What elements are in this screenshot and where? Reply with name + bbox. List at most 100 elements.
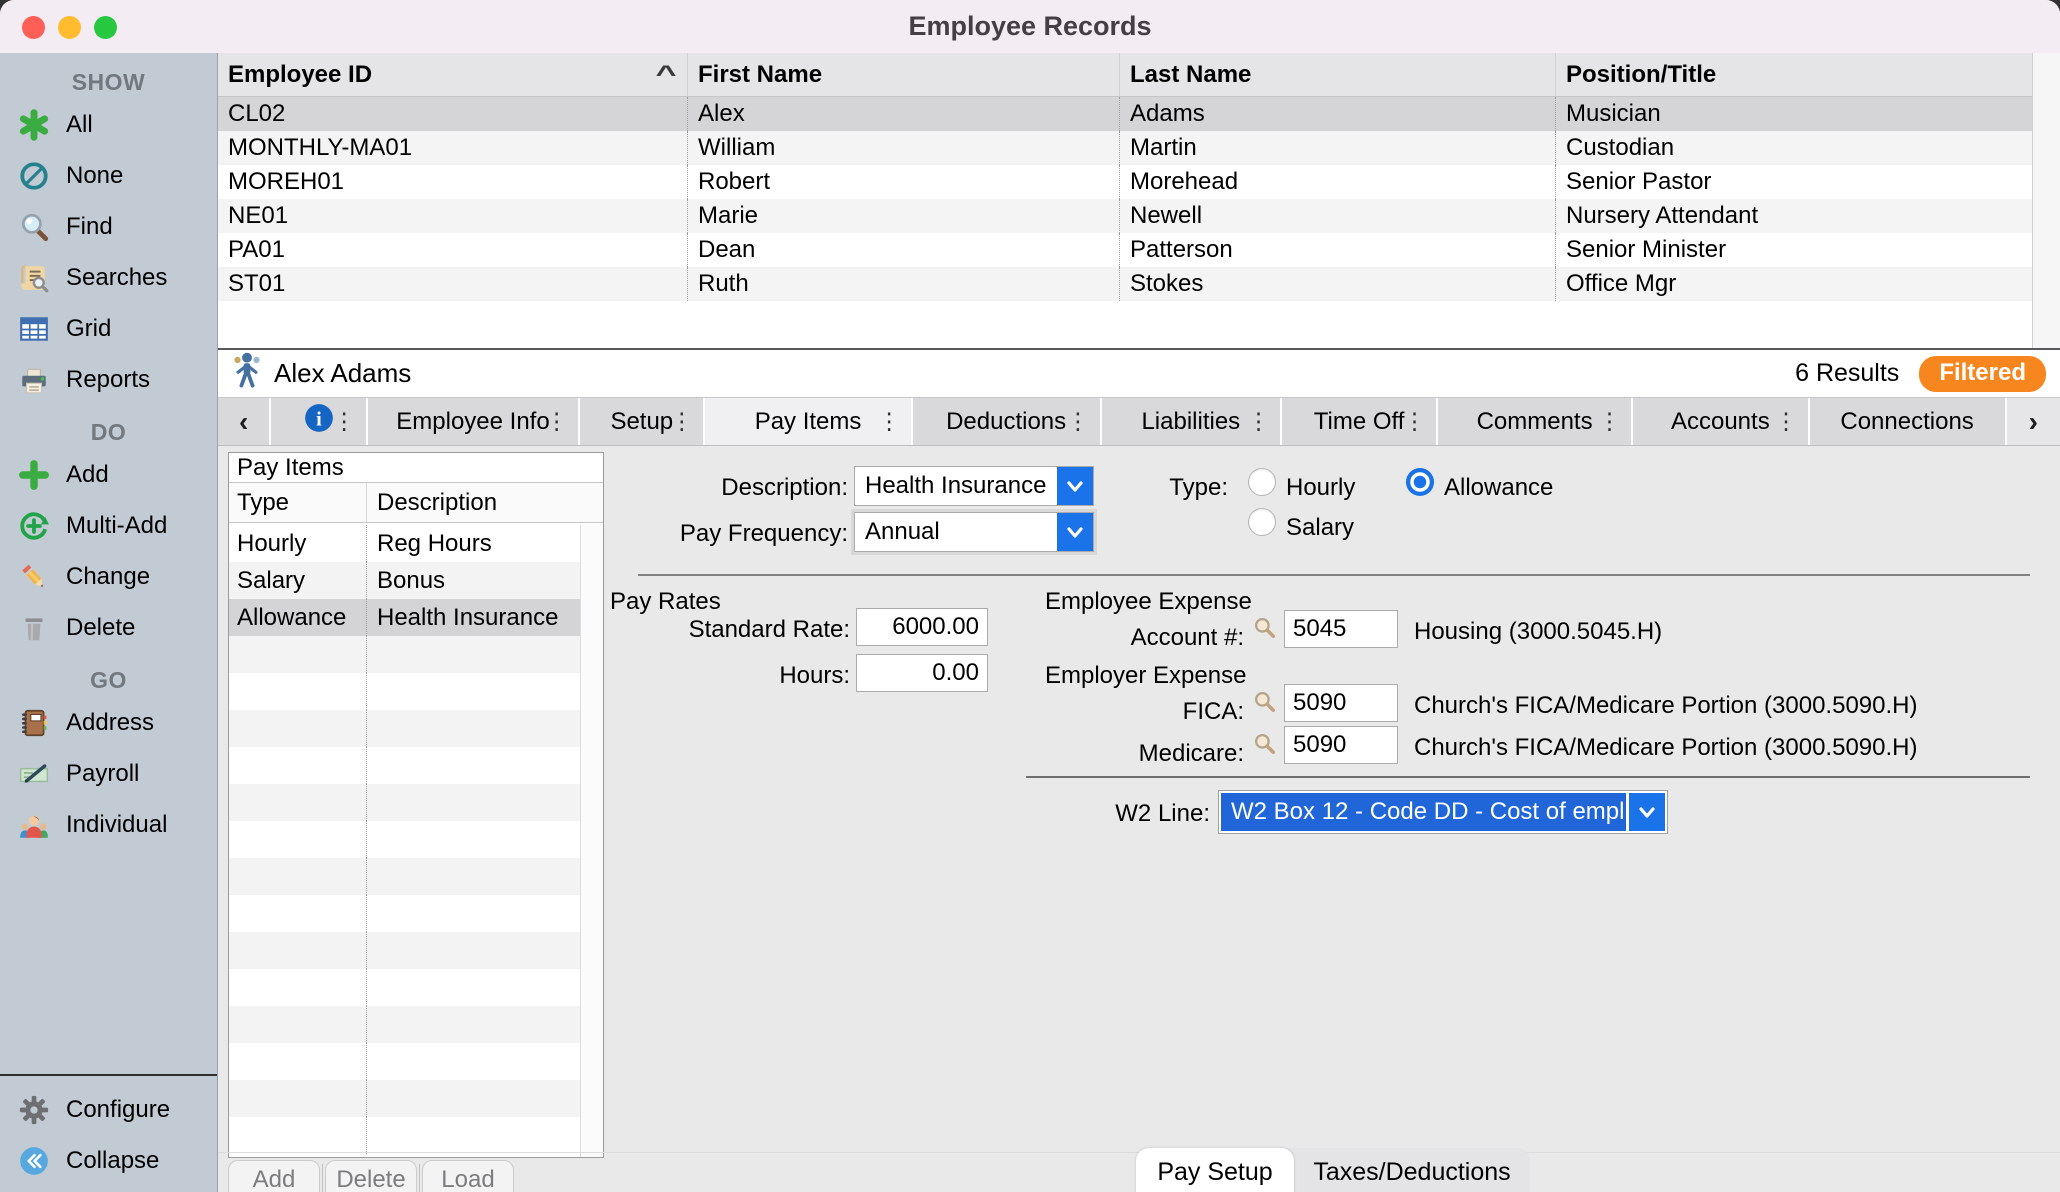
tab-time-off[interactable]: Time Off⋮: [1282, 398, 1438, 445]
payroll-check-icon: [16, 758, 52, 790]
sidebar-item-delete[interactable]: Delete: [0, 602, 217, 653]
column-header-first-name[interactable]: First Name: [688, 53, 1120, 96]
tab-connections[interactable]: Connections: [1810, 398, 2007, 445]
column-header-type[interactable]: Type: [229, 483, 367, 522]
tab-accounts[interactable]: Accounts⋮: [1633, 398, 1810, 445]
fica-account-input[interactable]: [1284, 684, 1398, 722]
tab-employee-info[interactable]: Employee Info⋮: [368, 398, 580, 445]
type-radio-salary[interactable]: [1248, 508, 1276, 536]
hours-input[interactable]: [856, 654, 988, 692]
sidebar-item-label: Reports: [66, 366, 150, 394]
title-bar: Employee Records: [0, 0, 2060, 53]
employer-expense-heading: Employer Expense: [1045, 662, 1246, 690]
sidebar-section-do: DO: [0, 415, 217, 449]
table-row[interactable]: MONTHLY-MA01WilliamMartinCustodian: [218, 131, 2032, 165]
sidebar-item-label: Multi-Add: [66, 512, 167, 540]
table-row[interactable]: PA01DeanPattersonSenior Minister: [218, 233, 2032, 267]
tab-liabilities[interactable]: Liabilities⋮: [1102, 398, 1283, 445]
column-header-employee-id[interactable]: Employee ID ^: [218, 53, 688, 96]
column-header-last-name[interactable]: Last Name: [1120, 53, 1556, 96]
window-title: Employee Records: [908, 11, 1151, 42]
minimize-window-button[interactable]: [58, 16, 81, 39]
sidebar-item-searches[interactable]: Searches: [0, 252, 217, 303]
sidebar-item-label: Grid: [66, 315, 111, 343]
list-item[interactable]: AllowanceHealth Insurance: [229, 599, 580, 636]
standard-rate-input[interactable]: [856, 608, 988, 646]
pay-items-panel-title: Pay Items: [229, 453, 603, 483]
sidebar-item-none[interactable]: None: [0, 150, 217, 201]
pay-frequency-dropdown[interactable]: Annual: [854, 512, 1094, 552]
tab-info[interactable]: i ⋮: [271, 398, 367, 445]
record-name: Alex Adams: [274, 358, 411, 389]
description-dropdown[interactable]: Health Insurance: [854, 466, 1094, 506]
column-header-description[interactable]: Description: [367, 489, 497, 517]
tab-deductions[interactable]: Deductions⋮: [913, 398, 1102, 445]
type-radio-hourly[interactable]: [1248, 468, 1276, 496]
column-header-position-title[interactable]: Position/Title: [1556, 53, 2032, 96]
w2-line-dropdown[interactable]: W2 Box 12 - Code DD - Cost of empl...: [1218, 790, 1668, 834]
employee-figure-icon: [230, 351, 264, 396]
w2-line-label: W2 Line:: [1018, 800, 1210, 828]
pay-items-buttons: Add Delete Load: [228, 1160, 514, 1192]
fica-lookup-icon[interactable]: [1252, 690, 1279, 724]
sidebar-item-payroll[interactable]: Payroll: [0, 748, 217, 799]
none-icon: [16, 160, 52, 192]
list-item[interactable]: SalaryBonus: [229, 562, 580, 599]
sidebar-item-individual[interactable]: Individual: [0, 799, 217, 850]
tab-taxes-deductions[interactable]: Taxes/Deductions: [1294, 1148, 1530, 1192]
type-option-salary-label: Salary: [1286, 514, 1354, 542]
app-window: Employee Records SHOW All None Find: [0, 0, 2060, 1192]
sidebar-item-label: Address: [66, 709, 154, 737]
sidebar-item-grid[interactable]: Grid: [0, 303, 217, 354]
table-row[interactable]: CL02AlexAdamsMusician: [218, 97, 2032, 131]
sidebar-item-label: Collapse: [66, 1147, 159, 1175]
medicare-lookup-icon[interactable]: [1252, 732, 1279, 766]
bottom-tab-control: Pay Setup Taxes/Deductions: [1136, 1148, 1530, 1192]
list-item[interactable]: HourlyReg Hours: [229, 525, 580, 562]
sidebar-item-collapse[interactable]: Collapse: [0, 1135, 217, 1186]
hours-label: Hours:: [598, 662, 850, 690]
close-window-button[interactable]: [22, 16, 45, 39]
type-option-allowance-label: Allowance: [1444, 474, 1553, 502]
chevron-down-icon: [1057, 513, 1093, 551]
sidebar-item-address[interactable]: Address: [0, 697, 217, 748]
type-option-hourly-label: Hourly: [1286, 474, 1355, 502]
load-pay-item-button[interactable]: Load: [422, 1160, 514, 1192]
medicare-label: Medicare:: [1038, 740, 1244, 768]
tab-overflow-dots[interactable]: ⋮: [333, 408, 356, 435]
account-number-input[interactable]: [1284, 610, 1398, 648]
asterisk-icon: [16, 109, 52, 141]
pay-items-panel: Pay Items Type Description HourlyReg Hou…: [228, 452, 604, 1158]
sidebar-item-reports[interactable]: Reports: [0, 354, 217, 405]
employee-table-header: Employee ID ^ First Name Last Name Posit…: [218, 53, 2032, 97]
tab-pay-items[interactable]: Pay Items⋮: [705, 398, 912, 445]
filtered-badge[interactable]: Filtered: [1919, 356, 2046, 392]
sidebar-item-add[interactable]: Add: [0, 449, 217, 500]
tab-setup[interactable]: Setup⋮: [580, 398, 705, 445]
type-radio-allowance[interactable]: [1406, 468, 1434, 496]
sidebar-item-configure[interactable]: Configure: [0, 1084, 217, 1135]
account-lookup-icon[interactable]: [1252, 616, 1279, 650]
tab-scroll-left-button[interactable]: ‹: [218, 398, 271, 445]
tab-pay-setup[interactable]: Pay Setup: [1136, 1148, 1294, 1192]
sidebar-item-all[interactable]: All: [0, 99, 217, 150]
sidebar-item-multi-add[interactable]: Multi-Add: [0, 500, 217, 551]
medicare-account-input[interactable]: [1284, 726, 1398, 764]
pay-items-content: Pay Items Type Description HourlyReg Hou…: [218, 446, 2060, 1192]
tab-comments[interactable]: Comments⋮: [1438, 398, 1633, 445]
description-label: Description:: [598, 474, 848, 502]
delete-pay-item-button[interactable]: Delete: [325, 1160, 417, 1192]
zoom-window-button[interactable]: [94, 16, 117, 39]
table-row[interactable]: ST01RuthStokesOffice Mgr: [218, 267, 2032, 301]
table-row[interactable]: MOREH01RobertMoreheadSenior Pastor: [218, 165, 2032, 199]
sidebar-item-find[interactable]: Find: [0, 201, 217, 252]
tab-scroll-right-button[interactable]: ›: [2007, 398, 2060, 445]
multi-add-icon: [16, 510, 52, 542]
table-row[interactable]: NE01MarieNewellNursery Attendant: [218, 199, 2032, 233]
pay-items-column-headers: Type Description: [229, 483, 603, 523]
standard-rate-label: Standard Rate:: [598, 616, 850, 644]
sidebar-item-change[interactable]: Change: [0, 551, 217, 602]
add-pay-item-button[interactable]: Add: [228, 1160, 320, 1192]
employee-table-scrollbar[interactable]: [2032, 53, 2060, 348]
employee-table: Employee ID ^ First Name Last Name Posit…: [218, 53, 2060, 350]
